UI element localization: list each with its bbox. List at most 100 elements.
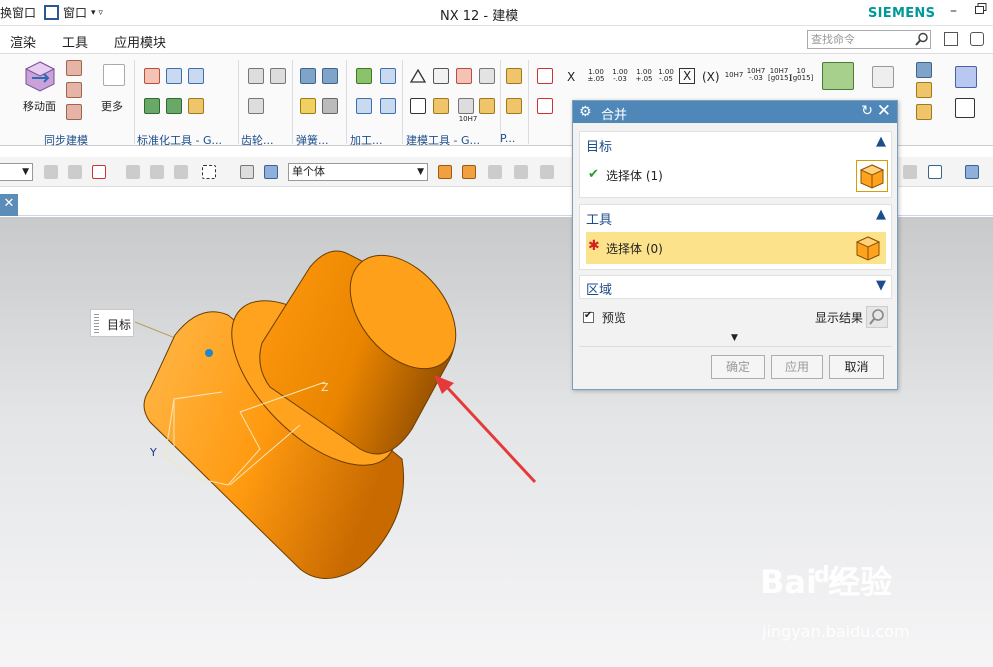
menu-application[interactable]: 应用模块 [114, 32, 166, 51]
target-section-title[interactable]: 目标 [586, 136, 612, 155]
pmi-h7[interactable]: 10H7 [724, 72, 744, 79]
select-tool-icon-10[interactable] [462, 165, 476, 179]
std-tool-icon-6[interactable] [188, 98, 204, 114]
std-tool-icon-4[interactable] [144, 98, 160, 114]
select-tool-icon-8[interactable] [264, 165, 278, 179]
machining-icon-2[interactable] [380, 68, 396, 84]
close-x-tool-icon[interactable] [955, 98, 975, 118]
menu-tools[interactable]: 工具 [62, 32, 88, 51]
pmi-10-g015[interactable]: 10 [g015] [790, 68, 813, 82]
pmi-x-symbol[interactable]: X [567, 70, 575, 84]
target-callout[interactable]: 目标 [90, 309, 134, 337]
pmi-icon-1[interactable] [537, 68, 553, 84]
target-select-row[interactable]: ✔ 选择体 (1) [586, 160, 888, 192]
select-tool-icon-1[interactable] [44, 165, 58, 179]
select-tool-icon-6[interactable] [174, 165, 188, 179]
select-tool-icon-7[interactable] [240, 165, 254, 179]
type-filter-dropdown[interactable]: ▼ [0, 163, 33, 181]
tool-select-row[interactable]: ✱ 选择体 (0) [586, 232, 886, 264]
move-face-icon[interactable] [24, 60, 56, 92]
tool-section-title[interactable]: 工具 [586, 209, 612, 228]
select-tool-icon-15[interactable] [928, 165, 942, 179]
switch-window-label[interactable]: 换窗口 [0, 4, 36, 21]
restore-button[interactable] [975, 3, 987, 19]
group-modeling-tools[interactable]: 建模工具 - G... [406, 132, 480, 148]
cancel-button[interactable]: 取消 [829, 355, 884, 379]
select-tool-icon-13[interactable] [540, 165, 554, 179]
spring-tool-icon-3[interactable] [300, 98, 316, 114]
pmi-tol-4[interactable]: 1.00 -.05 [655, 69, 677, 83]
table-icon[interactable] [433, 68, 449, 84]
triangle-icon[interactable] [410, 68, 426, 84]
sync-icon-2[interactable] [66, 82, 82, 98]
pmi-icon-2[interactable] [537, 98, 553, 114]
view-tool-icon[interactable] [872, 66, 894, 88]
chevron-up-icon[interactable]: ▲ [876, 134, 886, 149]
spring-tool-icon-4[interactable] [322, 98, 338, 114]
window-menu-dropdown-icon[interactable]: ▾ ▿ [91, 8, 103, 18]
window-menu[interactable]: 窗口 [63, 4, 87, 21]
select-tool-icon-3[interactable] [92, 165, 106, 179]
select-tool-icon-14[interactable] [903, 165, 917, 179]
spring-tool-icon-2[interactable] [322, 68, 338, 84]
move-face-label[interactable]: 移动面 [23, 98, 56, 114]
chevron-up-icon[interactable]: ▲ [876, 207, 886, 222]
pmi-tol-1[interactable]: 1.00 ±.05 [585, 69, 607, 83]
modeling-tool-icon-2[interactable] [479, 68, 495, 84]
sync-icon-3[interactable] [66, 104, 82, 120]
machining-icon-4[interactable] [380, 98, 396, 114]
expand-more-bar[interactable]: ▼ [579, 333, 892, 347]
close-icon[interactable]: ✕ [877, 101, 891, 121]
pmi-tol-3[interactable]: 1.00 +.05 [633, 69, 655, 83]
minimize-button[interactable]: – [950, 3, 957, 19]
std-tool-icon-1[interactable] [144, 68, 160, 84]
menu-render[interactable]: 渲染 [10, 32, 36, 51]
gear-icon[interactable]: ⚙ [579, 104, 592, 120]
machining-icon-1[interactable] [356, 68, 372, 84]
preview-checkbox[interactable]: ✔ [583, 310, 594, 323]
spring-tool-icon-1[interactable] [300, 68, 316, 84]
select-tool-icon-11[interactable] [488, 165, 502, 179]
std-tool-icon-2[interactable] [166, 68, 182, 84]
group-gear[interactable]: 齿轮... [241, 132, 274, 148]
select-tool-icon-2[interactable] [68, 165, 82, 179]
align-icon-2[interactable] [916, 82, 932, 98]
gear-tool-icon-1[interactable] [248, 68, 264, 84]
rectangle-select-icon[interactable] [202, 165, 216, 179]
align-icon-1[interactable] [916, 62, 932, 78]
pmi-tol-2[interactable]: 1.00 -.03 [609, 69, 631, 83]
group-machining[interactable]: 加工... [350, 132, 383, 148]
group-spring[interactable]: 弹簧... [296, 132, 329, 148]
ribbon-options-icon[interactable] [944, 32, 958, 46]
pmi-box-x[interactable]: X [679, 68, 696, 84]
gear-tool-icon-2[interactable] [270, 68, 286, 84]
dialog-header[interactable]: ⚙ 合并 ↻ ✕ [573, 101, 897, 123]
target-select-body-button[interactable] [856, 160, 888, 192]
ok-button[interactable]: 确定 [711, 355, 765, 379]
apply-button[interactable]: 应用 [771, 355, 823, 379]
pmi-h7-tol[interactable]: 10H7 -.03 [746, 68, 766, 82]
align-icon-3[interactable] [916, 104, 932, 120]
group-p[interactable]: P... [500, 132, 515, 145]
body-filter-dropdown[interactable]: 单个体 ▼ [288, 163, 428, 181]
command-search-input[interactable]: 查找命令 [807, 30, 931, 49]
std-tool-icon-3[interactable] [188, 68, 204, 84]
select-tool-icon-5[interactable] [150, 165, 164, 179]
select-tool-icon-16[interactable] [965, 165, 979, 179]
sync-icon-1[interactable] [66, 60, 82, 76]
modeling-tool-icon-6[interactable] [479, 98, 495, 114]
select-tool-icon-9[interactable] [438, 165, 452, 179]
more-label[interactable]: 更多 [101, 98, 123, 114]
group-standard-tools[interactable]: 标准化工具 - G... [137, 132, 222, 148]
p-tool-icon-1[interactable] [506, 68, 522, 84]
group-sync-modeling[interactable]: 同步建模 [44, 132, 88, 148]
modeling-tool-icon-3[interactable] [410, 98, 426, 114]
chevron-down-icon[interactable]: ▼ [876, 278, 886, 293]
region-section-title[interactable]: 区域 [586, 279, 612, 298]
modeling-tool-icon-4[interactable] [433, 98, 449, 114]
gear-tool-icon-3[interactable] [248, 98, 264, 114]
pmi-paren-x[interactable]: (X) [702, 70, 720, 84]
modeling-tool-icon-1[interactable] [456, 68, 472, 84]
select-tool-icon-4[interactable] [126, 165, 140, 179]
p-tool-icon-2[interactable] [506, 98, 522, 114]
